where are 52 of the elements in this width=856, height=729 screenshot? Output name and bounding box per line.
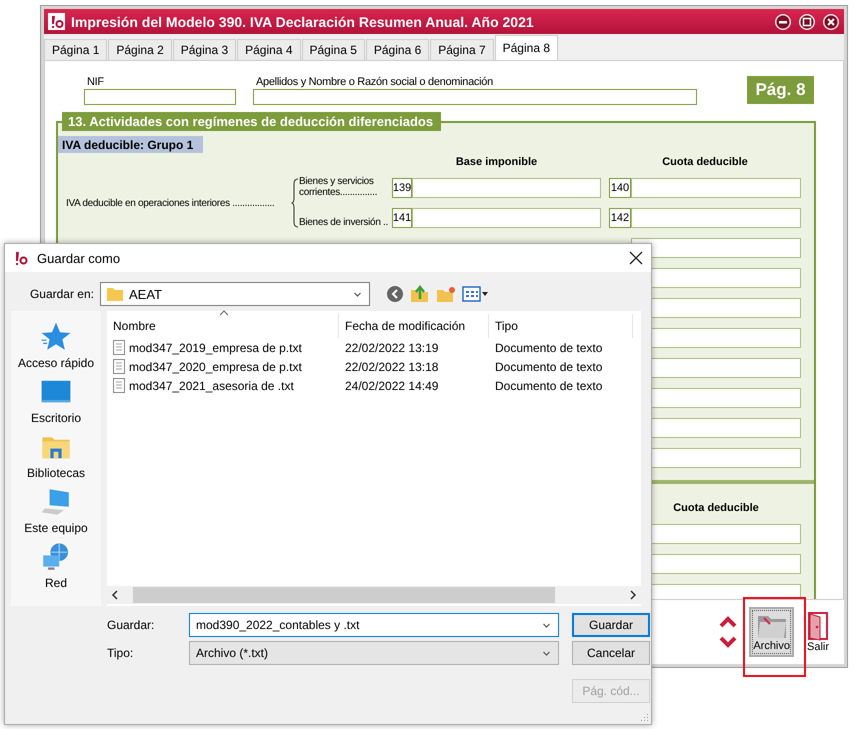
box-number: 139 bbox=[392, 178, 412, 198]
file-button[interactable]: Archivo bbox=[749, 607, 794, 657]
group-label: IVA deducible: Grupo 1 bbox=[58, 136, 203, 153]
type-dropdown[interactable]: Archivo (*.txt) bbox=[189, 641, 559, 665]
row-label: Bienes y servicios corrientes............... bbox=[299, 176, 378, 198]
file-date: 24/02/2022 14:49 bbox=[344, 378, 440, 394]
place-item[interactable]: Red bbox=[40, 541, 72, 590]
type-label: Tipo: bbox=[107, 645, 134, 662]
place-item[interactable]: Acceso rápido bbox=[18, 321, 94, 370]
folder-dropdown[interactable]: AEAT bbox=[100, 282, 370, 306]
dialog-button[interactable]: Cancelar bbox=[572, 641, 650, 665]
nif-label: NIF bbox=[86, 76, 105, 88]
place-item[interactable]: Bibliotecas bbox=[26, 431, 86, 480]
page-tab[interactable]: Página 7 bbox=[430, 39, 494, 60]
page-tab[interactable]: Página 2 bbox=[108, 39, 172, 60]
save-in-label: Guardar en: bbox=[28, 287, 95, 301]
page-tab[interactable]: Página 1 bbox=[44, 39, 108, 60]
column-header: Cuota deducible bbox=[661, 156, 749, 168]
name-label: Apellidos y Nombre o Razón social o denominación bbox=[255, 76, 494, 88]
filename-label: Guardar: bbox=[107, 617, 156, 634]
place-item[interactable]: Escritorio bbox=[30, 376, 81, 425]
file-date: 22/02/2022 13:18 bbox=[344, 358, 440, 376]
row-group-label: IVA deducible en operaciones interiores ................. bbox=[65, 198, 276, 208]
file-type: Documento de texto bbox=[494, 340, 604, 356]
box-number: 142 bbox=[609, 208, 631, 228]
box-number: 141 bbox=[392, 208, 412, 228]
file-type: Documento de texto bbox=[494, 378, 604, 394]
column-header: Base imponible bbox=[454, 156, 538, 168]
box-number: 140 bbox=[609, 178, 631, 198]
page-badge: Pág. 8 bbox=[747, 76, 814, 104]
file-name: mod347_2020_empresa de p.txt bbox=[129, 360, 302, 374]
filename-field[interactable]: mod390_2022_contables y .txt bbox=[189, 613, 559, 637]
page-tab[interactable]: Página 4 bbox=[237, 39, 300, 60]
file-row[interactable]: mod347_2020_empresa de p.txt bbox=[107, 357, 339, 376]
column-header: Cuota deducible bbox=[672, 502, 760, 514]
page-tab[interactable]: Página 5 bbox=[302, 39, 365, 60]
row-label: Bienes de inversión .. bbox=[299, 217, 390, 228]
dialog-title: Guardar como bbox=[37, 250, 122, 266]
file-type: Documento de texto bbox=[494, 358, 604, 376]
dialog-button[interactable]: Guardar bbox=[572, 613, 650, 637]
file-row[interactable]: mod347_2021_asesoria de .txt bbox=[107, 376, 339, 395]
file-row[interactable]: mod347_2019_empresa de p.txt bbox=[107, 338, 339, 357]
file-name: mod347_2019_empresa de p.txt bbox=[129, 340, 302, 354]
page-tab[interactable]: Página 6 bbox=[366, 39, 430, 60]
place-item[interactable]: Este equipo bbox=[24, 486, 88, 535]
page-tab[interactable]: Página 3 bbox=[172, 39, 236, 60]
page-tab[interactable]: Página 8 bbox=[494, 35, 558, 60]
window-title: Impresión del Modelo 390. IVA Declaración Resumen Anual. Año 2021 bbox=[71, 14, 535, 30]
exit-button[interactable]: Salir bbox=[802, 606, 834, 658]
file-name: mod347_2021_asesoria de .txt bbox=[129, 378, 294, 392]
file-date: 22/02/2022 13:19 bbox=[344, 340, 440, 356]
section-title: 13. Actividades con regímenes de deducción diferenciados bbox=[62, 112, 442, 131]
